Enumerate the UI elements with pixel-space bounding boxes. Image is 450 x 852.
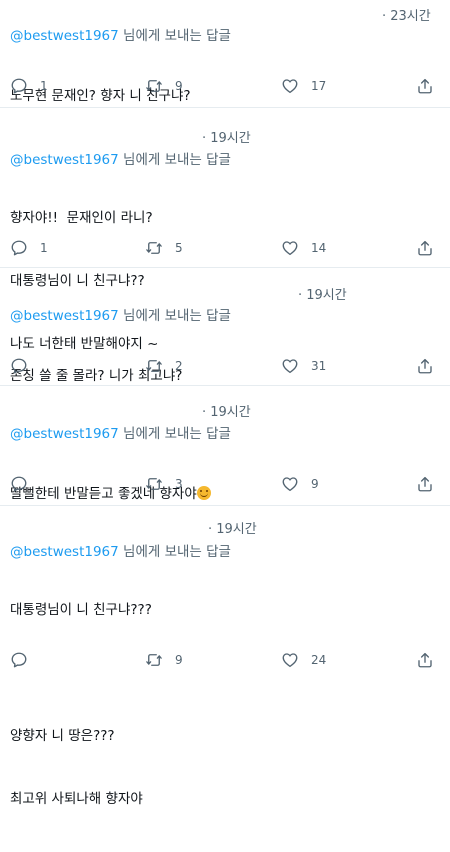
retweet-icon xyxy=(145,651,163,669)
share-icon xyxy=(416,651,434,669)
tweet-time[interactable]: · 19시간 xyxy=(202,401,251,420)
reply-count: 1 xyxy=(40,241,48,255)
like-count: 17 xyxy=(311,79,327,93)
tweet-time[interactable]: · 19시간 xyxy=(208,518,257,537)
reply-handle-link[interactable]: @bestwest1967 xyxy=(10,308,119,324)
reply-count: 1 xyxy=(40,79,48,93)
reply-to-line: @bestwest1967 님에게 보내는 답글 xyxy=(10,148,231,168)
like-button[interactable]: 17 xyxy=(281,74,326,98)
retweet-button[interactable]: 3 xyxy=(145,472,183,496)
tweet[interactable]: · 23시간 @bestwest1967 님에게 보내는 답글 노무현 문재인?… xyxy=(0,0,450,108)
reply-icon xyxy=(10,475,28,493)
reply-to-line: @bestwest1967 님에게 보내는 답글 xyxy=(10,540,231,560)
share-icon xyxy=(416,357,434,375)
retweet-button[interactable]: 9 xyxy=(145,74,183,98)
retweet-icon xyxy=(145,475,163,493)
tweet[interactable]: · 19시간 @bestwest1967 님에게 보내는 답글 딸뻘한테 반말듣… xyxy=(0,386,450,506)
tweet-time[interactable]: · 23시간 xyxy=(382,5,431,24)
tweet-text-line: 대통령님이 니 친구냐??? xyxy=(10,602,152,618)
heart-icon xyxy=(281,475,299,493)
tweet[interactable]: · 19시간 @bestwest1967 님에게 보내는 답글 존칭 쓸 줄 몰… xyxy=(0,268,450,386)
share-button[interactable] xyxy=(416,354,434,378)
like-button[interactable]: 31 xyxy=(281,354,326,378)
retweet-count: 2 xyxy=(175,359,183,373)
tweet-text-line: 향자야!! 문재인이 라니? xyxy=(10,210,153,226)
reply-to-line: @bestwest1967 님에게 보내는 답글 xyxy=(10,422,231,442)
tweet-actions: 1 5 14 xyxy=(0,236,450,260)
reply-button[interactable] xyxy=(10,648,40,672)
reply-icon xyxy=(10,239,28,257)
retweet-count: 9 xyxy=(175,79,183,93)
tweet-text-line: 양향자 니 땅은??? xyxy=(10,728,115,744)
retweet-count: 5 xyxy=(175,241,183,255)
share-icon xyxy=(416,475,434,493)
heart-icon xyxy=(281,77,299,95)
tweet[interactable]: · 19시간 @bestwest1967 님에게 보내는 답글 향자야!! 문재… xyxy=(0,108,450,352)
heart-icon xyxy=(281,651,299,669)
like-count: 31 xyxy=(311,359,327,373)
reply-button[interactable] xyxy=(10,354,40,378)
tweet-actions: 1 9 17 xyxy=(0,74,450,98)
reply-button[interactable] xyxy=(10,472,40,496)
reply-handle-link[interactable]: @bestwest1967 xyxy=(10,28,119,44)
share-button[interactable] xyxy=(416,236,434,260)
reply-handle-link[interactable]: @bestwest1967 xyxy=(10,426,119,442)
reply-icon xyxy=(10,651,28,669)
retweet-button[interactable]: 5 xyxy=(145,236,183,260)
retweet-count: 9 xyxy=(175,653,183,667)
tweet-actions: 9 24 xyxy=(0,648,450,672)
reply-to-suffix: 님에게 보내는 답글 xyxy=(118,28,231,44)
share-icon xyxy=(416,239,434,257)
heart-icon xyxy=(281,357,299,375)
tweet[interactable]: · 19시간 @bestwest1967 님에게 보내는 답글 대통령님이 니 … xyxy=(0,506,450,807)
tweet-text: 대통령님이 니 친구냐??? 양향자 니 땅은??? 최고위 사퇴나해 향자야 xyxy=(10,558,152,852)
like-count: 9 xyxy=(311,477,319,491)
heart-icon xyxy=(281,239,299,257)
like-count: 24 xyxy=(311,653,327,667)
retweet-icon xyxy=(145,357,163,375)
reply-icon xyxy=(10,357,28,375)
share-button[interactable] xyxy=(416,648,434,672)
tweet-time[interactable]: · 19시간 xyxy=(298,284,347,303)
tweet-text-line: 최고위 사퇴나해 향자야 xyxy=(10,791,143,807)
like-button[interactable]: 9 xyxy=(281,472,319,496)
tweet-actions: 2 31 xyxy=(0,354,450,378)
tweet-actions: 3 9 xyxy=(0,472,450,496)
reply-icon xyxy=(10,77,28,95)
share-icon xyxy=(416,77,434,95)
reply-to-line: @bestwest1967 님에게 보내는 답글 xyxy=(10,304,231,324)
share-button[interactable] xyxy=(416,74,434,98)
retweet-icon xyxy=(145,77,163,95)
reply-button[interactable]: 1 xyxy=(10,236,48,260)
like-count: 14 xyxy=(311,241,327,255)
reply-to-line: @bestwest1967 님에게 보내는 답글 xyxy=(10,24,231,44)
retweet-icon xyxy=(145,239,163,257)
like-button[interactable]: 14 xyxy=(281,236,326,260)
like-button[interactable]: 24 xyxy=(281,648,326,672)
tweet-time[interactable]: · 19시간 xyxy=(202,127,251,146)
reply-button[interactable]: 1 xyxy=(10,74,48,98)
reply-to-suffix: 님에게 보내는 답글 xyxy=(118,426,231,442)
retweet-button[interactable]: 9 xyxy=(145,648,183,672)
retweet-button[interactable]: 2 xyxy=(145,354,183,378)
share-button[interactable] xyxy=(416,472,434,496)
reply-to-suffix: 님에게 보내는 답글 xyxy=(118,308,231,324)
retweet-count: 3 xyxy=(175,477,183,491)
